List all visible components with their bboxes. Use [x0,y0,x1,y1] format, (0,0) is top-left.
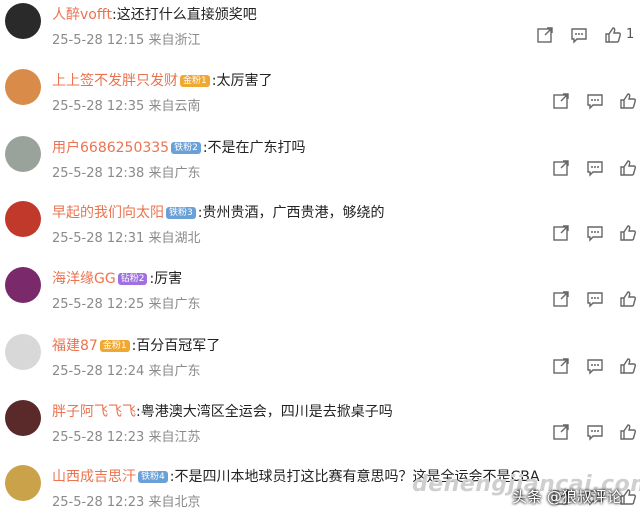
thumbs-up-icon[interactable] [604,26,622,44]
username-link[interactable]: 胖子阿飞飞飞 [52,404,136,420]
comment-item: 早起的我们向太阳 铁粉3:贵州贵酒，广西贵港，够绕的 25-5-28 12:31 来… [0,198,640,264]
thumbs-up-icon[interactable] [619,357,637,375]
avatar[interactable] [5,136,41,172]
comment-meta: 25-5-28 12:24 来自广东 [52,360,200,379]
location-label: 来自浙江 [148,33,201,48]
avatar[interactable] [5,69,41,105]
avatar[interactable] [5,334,41,370]
share-icon[interactable] [536,26,554,44]
comment-line: 人醉vofft:这还打什么直接颁奖吧 [52,4,257,24]
comment-line: 上上签不发胖只发财 金粉1:太厉害了 [52,70,272,90]
comment-text: :太厉害了 [211,73,273,89]
location-label: 来自云南 [148,99,201,114]
comment-icon[interactable] [586,290,604,308]
comment-line: 用户6686250335 铁粉2:不是在广东打吗 [52,137,306,157]
location-label: 来自广东 [148,297,201,312]
avatar[interactable] [5,3,41,39]
location-label: 来自江苏 [148,430,201,445]
fan-badge: 铁粉4 [138,471,168,483]
comment-text: :厉害 [149,271,183,287]
comment-item: 人醉vofft:这还打什么直接颁奖吧 25-5-28 12:15 来自浙江 1 [0,0,640,66]
comment-meta: 25-5-28 12:35 来自云南 [52,95,200,114]
share-icon[interactable] [552,92,570,110]
thumbs-up-icon[interactable] [619,224,637,242]
comment-icon[interactable] [586,159,604,177]
timestamp: 25-5-28 12:35 [52,99,149,114]
fan-badge: 金粉1 [180,75,210,87]
comment-item: 海洋缘GG 钻粉2:厉害 25-5-28 12:25 来自广东 [0,264,640,330]
username-link[interactable]: 海洋缘GG [52,271,116,287]
username-link[interactable]: 福建87 [52,338,98,354]
share-icon[interactable] [552,224,570,242]
username-link[interactable]: 用户6686250335 [52,140,169,156]
comment-meta: 25-5-28 12:38 来自广东 [52,162,200,181]
comment-line: 福建87 金粉1:百分百冠军了 [52,335,220,355]
source-label: 头条 @狼叔评论 [512,488,622,506]
timestamp: 25-5-28 12:31 [52,231,149,246]
comment-meta: 25-5-28 12:31 来自湖北 [52,227,200,246]
comment-list: 人醉vofft:这还打什么直接颁奖吧 25-5-28 12:15 来自浙江 1 上上签… [0,0,640,517]
comment-line: 胖子阿飞飞飞:粤港澳大湾区全运会，四川是去掀桌子吗 [52,401,393,421]
comment-text: :不是在广东打吗 [202,140,306,156]
avatar[interactable] [5,400,41,436]
avatar[interactable] [5,201,41,237]
comment-text: :这还打什么直接颁奖吧 [112,7,257,23]
comment-text: :贵州贵酒，广西贵港，够绕的 [197,205,385,221]
username-link[interactable]: 人醉vofft [52,7,112,23]
timestamp: 25-5-28 12:38 [52,166,149,181]
fan-badge: 铁粉3 [166,207,196,219]
comment-meta: 25-5-28 12:23 来自江苏 [52,426,200,445]
share-icon[interactable] [552,357,570,375]
thumbs-up-icon[interactable] [619,159,637,177]
timestamp: 25-5-28 12:23 [52,430,149,445]
comment-icon[interactable] [586,92,604,110]
fan-badge: 钻粉2 [117,273,148,285]
username-link[interactable]: 山西成吉思汗 [52,469,136,485]
comment-item: 胖子阿飞飞飞:粤港澳大湾区全运会，四川是去掀桌子吗 25-5-28 12:23 来… [0,397,640,463]
thumbs-up-icon[interactable] [619,423,637,441]
location-label: 来自北京 [148,495,201,510]
comment-line: 海洋缘GG 钻粉2:厉害 [52,268,182,288]
location-label: 来自广东 [148,364,201,379]
avatar[interactable] [5,267,41,303]
fan-badge: 金粉1 [99,340,130,352]
comment-meta: 25-5-28 12:25 来自广东 [52,293,200,312]
timestamp: 25-5-28 12:15 [52,33,149,48]
comment-icon[interactable] [586,423,604,441]
comment-item: 福建87 金粉1:百分百冠军了 25-5-28 12:24 来自广东 [0,331,640,397]
timestamp: 25-5-28 12:24 [52,364,149,379]
comment-text: :粤港澳大湾区全运会，四川是去掀桌子吗 [136,404,393,420]
timestamp: 25-5-28 12:23 [52,495,149,510]
thumbs-up-icon[interactable] [619,92,637,110]
fan-badge: 铁粉2 [171,142,201,154]
username-link[interactable]: 上上签不发胖只发财 [52,73,178,89]
comment-line: 早起的我们向太阳 铁粉3:贵州贵酒，广西贵港，够绕的 [52,202,384,222]
location-label: 来自湖北 [148,231,201,246]
share-icon[interactable] [552,159,570,177]
comment-meta: 25-5-28 12:15 来自浙江 [52,29,200,48]
avatar[interactable] [5,465,41,501]
timestamp: 25-5-28 12:25 [52,297,149,312]
comment-icon[interactable] [570,26,588,44]
share-icon[interactable] [552,290,570,308]
comment-icon[interactable] [586,357,604,375]
comment-item: 上上签不发胖只发财 金粉1:太厉害了 25-5-28 12:35 来自云南 [0,66,640,132]
username-link[interactable]: 早起的我们向太阳 [52,205,164,221]
share-icon[interactable] [552,423,570,441]
like-count: 1 [626,27,635,42]
comment-item: 用户6686250335 铁粉2:不是在广东打吗 25-5-28 12:38 来自广… [0,133,640,199]
location-label: 来自广东 [148,166,201,181]
thumbs-up-icon[interactable] [619,290,637,308]
comment-text: :百分百冠军了 [131,338,221,354]
comment-icon[interactable] [586,224,604,242]
comment-meta: 25-5-28 12:23 来自北京 [52,491,200,510]
